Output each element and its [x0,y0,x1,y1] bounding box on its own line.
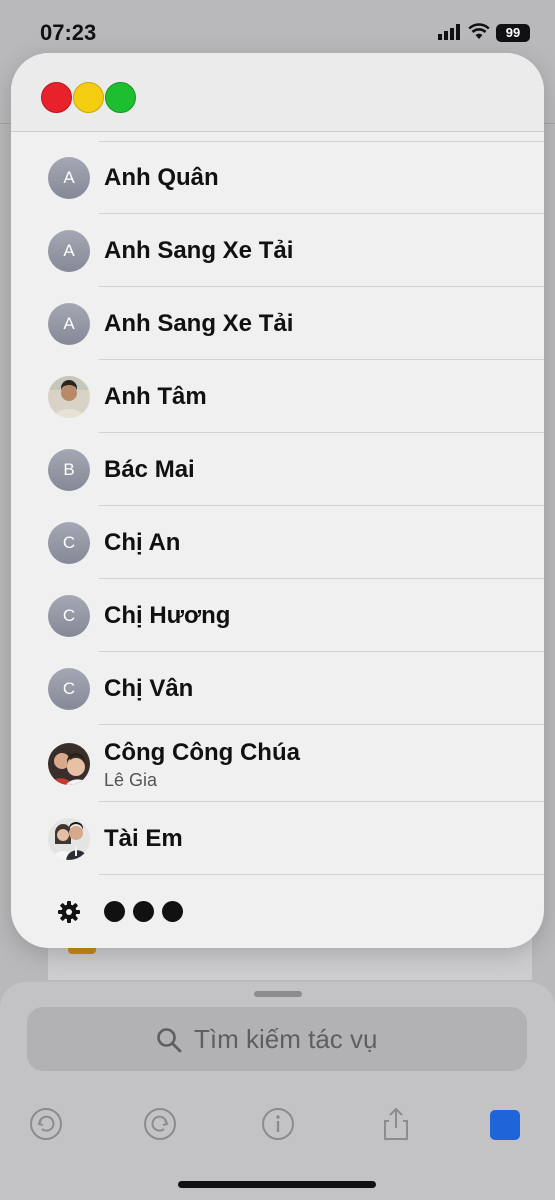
avatar: C [48,668,90,710]
contact-name: Chị Vân [104,675,194,702]
contact-row[interactable]: A Anh Sang Xe Tải [11,287,544,360]
avatar-photo [48,743,90,785]
avatar: C [48,595,90,637]
info-icon[interactable] [260,1106,296,1142]
search-placeholder: Tìm kiếm tác vụ [194,1024,378,1054]
redo-icon[interactable] [142,1106,178,1142]
contact-row[interactable]: A Anh Sang Xe Tải [11,214,544,287]
contact-subtitle: Lê Gia [104,770,158,790]
undo-icon[interactable] [28,1106,64,1142]
stop-button[interactable] [490,1110,520,1140]
contact-row[interactable]: C Chị Vân [11,652,544,725]
avatar-photo [48,376,90,418]
battery-indicator: 99 [496,24,530,42]
contact-row[interactable]: Công Công Chúa Lê Gia [11,725,544,802]
contact-row[interactable]: C Chị Hương [11,579,544,652]
more-row[interactable] [11,875,544,948]
contact-row[interactable]: B Bác Mai [11,433,544,506]
avatar: A [48,157,90,199]
sheet-grabber[interactable] [254,991,302,997]
status-bar: 07:23 99 [0,0,555,60]
maximize-button[interactable] [105,82,136,113]
window-titlebar [11,53,544,132]
contact-row[interactable]: Anh Tâm [11,360,544,433]
contact-name: Chị An [104,529,181,556]
gear-icon [58,901,80,923]
contact-name: Anh Sang Xe Tải [104,237,294,264]
contact-name: Tài Em [104,825,183,852]
minimize-button[interactable] [73,82,104,113]
avatar: A [48,303,90,345]
contact-picker-window: A Anh Quân A Anh Sang Xe Tải A Anh Sang … [11,53,544,948]
share-icon[interactable] [378,1106,414,1142]
wifi-icon [468,23,490,39]
contact-name: Công Công Chúa [104,739,300,766]
contact-name: Anh Tâm [104,383,207,410]
contact-row[interactable]: A Anh Quân [11,141,544,214]
more-dots-icon [104,901,191,927]
close-button[interactable] [41,82,72,113]
contact-name: Chị Hương [104,602,231,629]
avatar: C [48,522,90,564]
contact-name: Anh Sang Xe Tải [104,310,294,337]
contact-row[interactable]: Tài Em [11,802,544,875]
avatar-photo [48,818,90,860]
contact-name: Anh Quân [104,164,219,191]
avatar: B [48,449,90,491]
avatar: A [48,230,90,272]
status-time: 07:23 [40,20,97,45]
contact-name: Bác Mai [104,456,195,483]
search-icon [157,1028,182,1053]
cellular-signal-icon [438,24,460,40]
contact-row[interactable]: C Chị An [11,506,544,579]
home-indicator [178,1181,376,1188]
